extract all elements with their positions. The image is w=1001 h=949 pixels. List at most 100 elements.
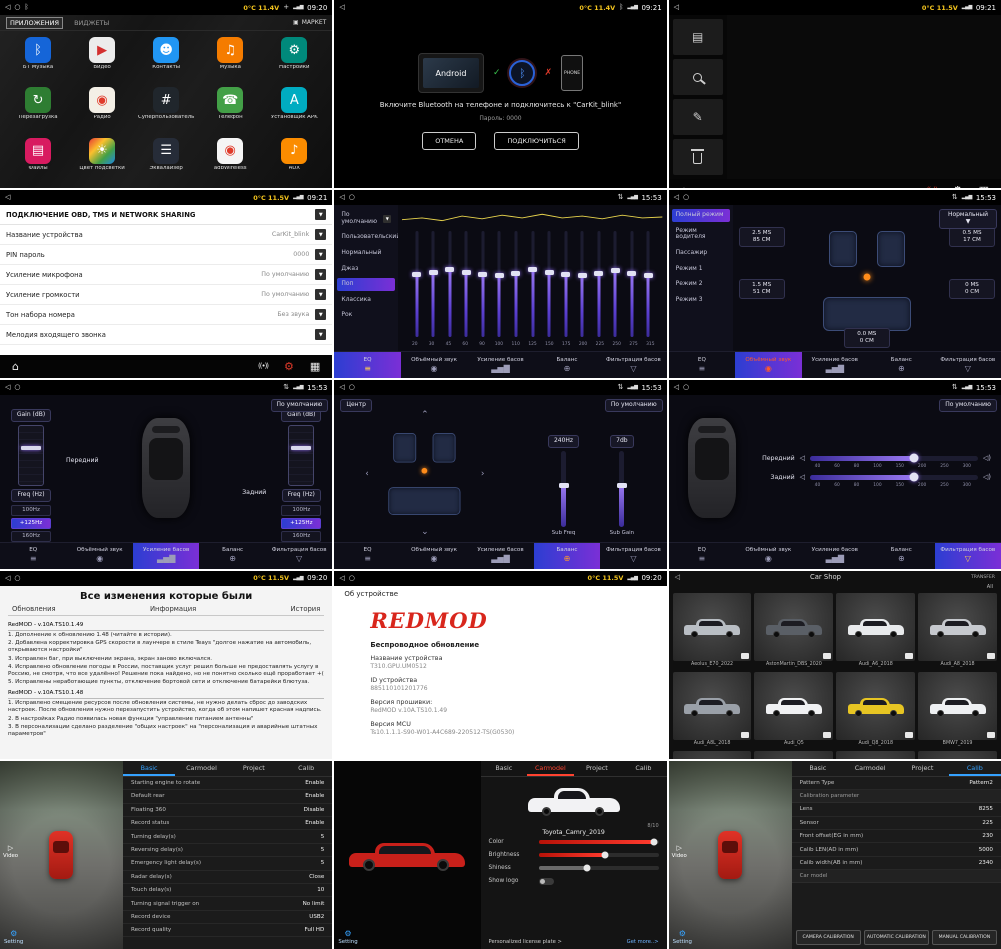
listening-position-dot[interactable]	[863, 274, 870, 281]
preset-item[interactable]: Рок	[337, 309, 395, 322]
app-shortcut[interactable]: ᛒ БТ Музыка	[8, 37, 68, 85]
seat-map[interactable]	[815, 229, 919, 333]
app-shortcut[interactable]: ▶ Видео	[72, 37, 132, 85]
camera-setting-row[interactable]: Default rear Enable	[123, 790, 332, 803]
home-icon[interactable]: ⌂	[681, 185, 688, 188]
preset-item[interactable]: Пользовательский	[337, 231, 395, 244]
card-action-button[interactable]	[741, 732, 749, 738]
camera-tab[interactable]: Carmodel	[175, 761, 227, 776]
back-icon[interactable]: ◁	[674, 384, 679, 391]
preset-default-dropdown[interactable]: По умолчанию ▼	[337, 209, 395, 228]
calibration-button[interactable]: MANUAL CALIBRATION	[932, 930, 997, 945]
settings-row[interactable]: Мелодия входящего звонка ▼	[0, 325, 332, 345]
eq-slider[interactable]	[478, 229, 489, 339]
car-card[interactable]: BMW7_2019	[918, 672, 997, 748]
home-icon[interactable]: ○	[683, 194, 689, 201]
camera-tab[interactable]: Calib	[280, 761, 332, 776]
dropdown-icon[interactable]: ▼	[315, 209, 326, 220]
app-shortcut[interactable]: ◉ Радио	[72, 87, 132, 135]
setting-button[interactable]: ⚙Setting	[338, 929, 357, 945]
eq-slider-knob[interactable]	[429, 270, 438, 275]
reset-default-button[interactable]: По умолчанию	[271, 399, 329, 412]
eq-slider[interactable]	[544, 229, 555, 339]
show-logo-toggle[interactable]	[539, 878, 554, 885]
app-shortcut[interactable]: ⚙ Настройки	[264, 37, 324, 85]
eq-slider-knob[interactable]	[445, 267, 454, 272]
audio-tab[interactable]: Фильтрация басов▽	[600, 352, 666, 378]
brush-button[interactable]: ✎	[673, 99, 723, 135]
video-button[interactable]: ▷Video	[672, 844, 687, 859]
rear-filter-slider[interactable]	[810, 475, 978, 480]
preset-dropdown[interactable]: Нормальный ▼	[939, 209, 997, 229]
eq-slider[interactable]	[461, 229, 472, 339]
camera-tab[interactable]: Basic	[792, 761, 844, 776]
eq-slider-knob[interactable]	[644, 273, 653, 278]
fader-knob[interactable]	[21, 446, 41, 450]
camera-setting-row[interactable]: Turning delay(s) 5	[123, 830, 332, 843]
back-icon[interactable]: ◁	[5, 194, 10, 201]
car-card[interactable]: Audi_Q5	[754, 672, 833, 748]
arrow-down-icon[interactable]: ⌄	[421, 528, 429, 537]
back-icon[interactable]: ◁	[5, 575, 10, 582]
camera-tab[interactable]: Calib	[949, 761, 1001, 776]
license-plate-link[interactable]: Personalized license plate >	[489, 939, 562, 945]
tab-history[interactable]: История	[291, 605, 321, 613]
dropdown-icon[interactable]: ▼	[315, 269, 326, 280]
slider-knob[interactable]	[910, 473, 919, 482]
audio-tab[interactable]: Фильтрация басов▽	[266, 543, 332, 569]
audio-tab[interactable]: Усиление басов▃▅▇	[802, 543, 868, 569]
card-action-button[interactable]	[987, 653, 995, 659]
eq-slider[interactable]	[594, 229, 605, 339]
eq-slider[interactable]	[494, 229, 505, 339]
slider-knob[interactable]	[583, 865, 590, 872]
slider-knob[interactable]	[601, 852, 608, 859]
reset-default-button[interactable]: По умолчанию	[605, 399, 663, 412]
ota-label[interactable]: Беспроводное обновление	[370, 641, 656, 649]
slider-knob[interactable]	[559, 483, 569, 488]
camera-tab[interactable]: Carmodel	[527, 761, 574, 776]
settings-row[interactable]: Название устройства CarKit_blink ▼	[0, 225, 332, 245]
camera-tab[interactable]: Basic	[481, 761, 528, 776]
home-icon[interactable]: ○	[14, 4, 20, 11]
sub-gain-slider[interactable]	[619, 451, 624, 527]
audio-tab[interactable]: Объёмный звук◉	[401, 352, 467, 378]
car-card[interactable]	[754, 751, 833, 759]
camera-setting-row[interactable]: Record status Enable	[123, 817, 332, 830]
get-more-link[interactable]: Get more..>	[627, 939, 659, 945]
audio-tab[interactable]: Усиление басов▃▅▇	[802, 352, 868, 378]
mode-item[interactable]: Режим водителя	[672, 225, 730, 244]
camera-tab[interactable]: Basic	[123, 761, 175, 776]
eq-slider-knob[interactable]	[561, 272, 570, 277]
mode-item[interactable]: Полный режим	[672, 209, 730, 222]
tab-applications[interactable]: ПРИЛОЖЕНИЯ	[6, 17, 63, 29]
home-icon[interactable]: ⌂	[12, 361, 19, 372]
eq-slider[interactable]	[577, 229, 588, 339]
audio-tab[interactable]: EQ≡	[334, 352, 400, 378]
app-shortcut[interactable]: ▤ Файлы	[8, 138, 68, 186]
brightness-slider[interactable]	[539, 853, 659, 857]
sub-freq-slider[interactable]	[561, 451, 566, 527]
search-button[interactable]	[673, 59, 723, 95]
market-button[interactable]: ▣МАРКЕТ	[293, 19, 326, 26]
card-action-button[interactable]	[823, 732, 831, 738]
camera-setting-row[interactable]: Radar delay(s) Close	[123, 871, 332, 884]
card-action-button[interactable]	[905, 732, 913, 738]
fader-knob[interactable]	[291, 446, 311, 450]
dropdown-icon[interactable]: ▼	[315, 249, 326, 260]
front-filter-slider[interactable]	[810, 456, 978, 461]
seat-front-left[interactable]	[829, 231, 857, 267]
hotspot-icon[interactable]: ((•))	[258, 363, 268, 370]
car-model-preview[interactable]: 8/10	[481, 777, 667, 829]
freq-option[interactable]: +125Hz	[11, 518, 51, 529]
calibration-row[interactable]: Front offset(EG in mm) 230	[792, 830, 1001, 843]
camera-setting-row[interactable]: Record device USB2	[123, 911, 332, 924]
setting-button[interactable]: ⚙Setting	[4, 929, 23, 945]
camera-tab[interactable]: Project	[574, 761, 621, 776]
car-card[interactable]: Audi_Q8_2018	[836, 672, 915, 748]
app-shortcut[interactable]: ☀ Цвет подсветки	[72, 138, 132, 186]
calibration-row[interactable]: Calib width(AB in mm) 2340	[792, 857, 1001, 870]
notes-button[interactable]: ▤	[673, 19, 723, 55]
seat-rear-bench[interactable]	[823, 297, 911, 331]
app-shortcut[interactable]: ♫ Музыка	[200, 37, 260, 85]
eq-slider-knob[interactable]	[478, 272, 487, 277]
